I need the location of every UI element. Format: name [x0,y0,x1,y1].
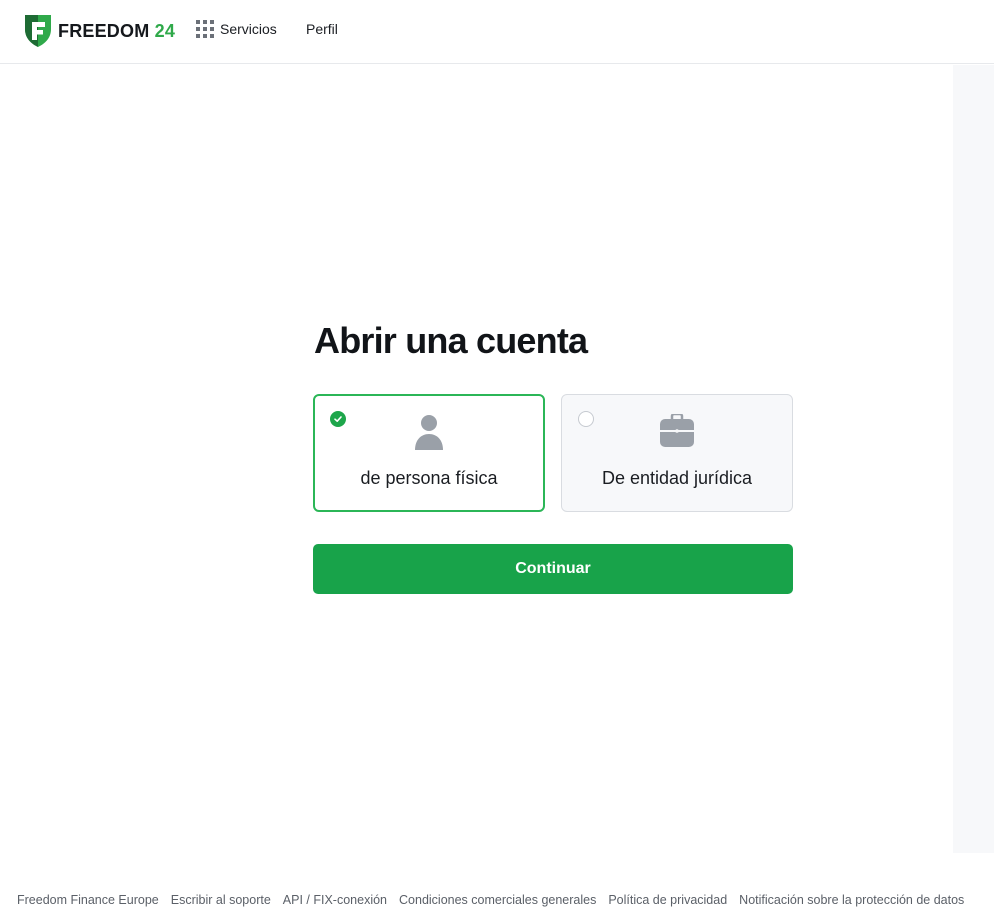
services-label: Servicios [220,21,277,37]
profile-link[interactable]: Perfil [306,21,338,37]
footer-link-api[interactable]: API / FIX-conexión [283,893,387,907]
shield-logo-icon [25,15,51,47]
footer-link-terms[interactable]: Condiciones comerciales generales [399,893,596,907]
footer-link-privacy[interactable]: Política de privacidad [608,893,727,907]
brand-name: FREEDOM 24 [58,20,176,41]
top-header: FREEDOM 24 Servicios Perfil [0,0,994,64]
freedom24-logo[interactable]: FREEDOM 24 [25,15,175,47]
footer-link-support[interactable]: Escribir al soporte [171,893,271,907]
page-title: Abrir una cuenta [314,320,588,361]
grid-icon [196,20,214,38]
side-panel [953,65,994,853]
account-type-label: de persona física [360,468,498,488]
radio-unchecked-icon[interactable] [578,411,594,427]
footer-links: Freedom Finance Europe Escribir al sopor… [17,893,964,907]
check-icon [334,416,342,422]
account-type-individual[interactable]: de persona física [313,394,545,512]
user-icon [414,414,444,455]
account-type-label: De entidad jurídica [601,468,753,488]
continue-button[interactable]: Continuar [313,544,793,594]
footer-link-company[interactable]: Freedom Finance Europe [17,893,159,907]
services-menu[interactable]: Servicios [196,20,277,38]
footer-link-data-protection[interactable]: Notificación sobre la protección de dato… [739,893,964,907]
account-type-legal-entity[interactable]: De entidad jurídica [561,394,793,512]
radio-checked-icon[interactable] [330,411,346,427]
briefcase-icon [660,412,694,452]
